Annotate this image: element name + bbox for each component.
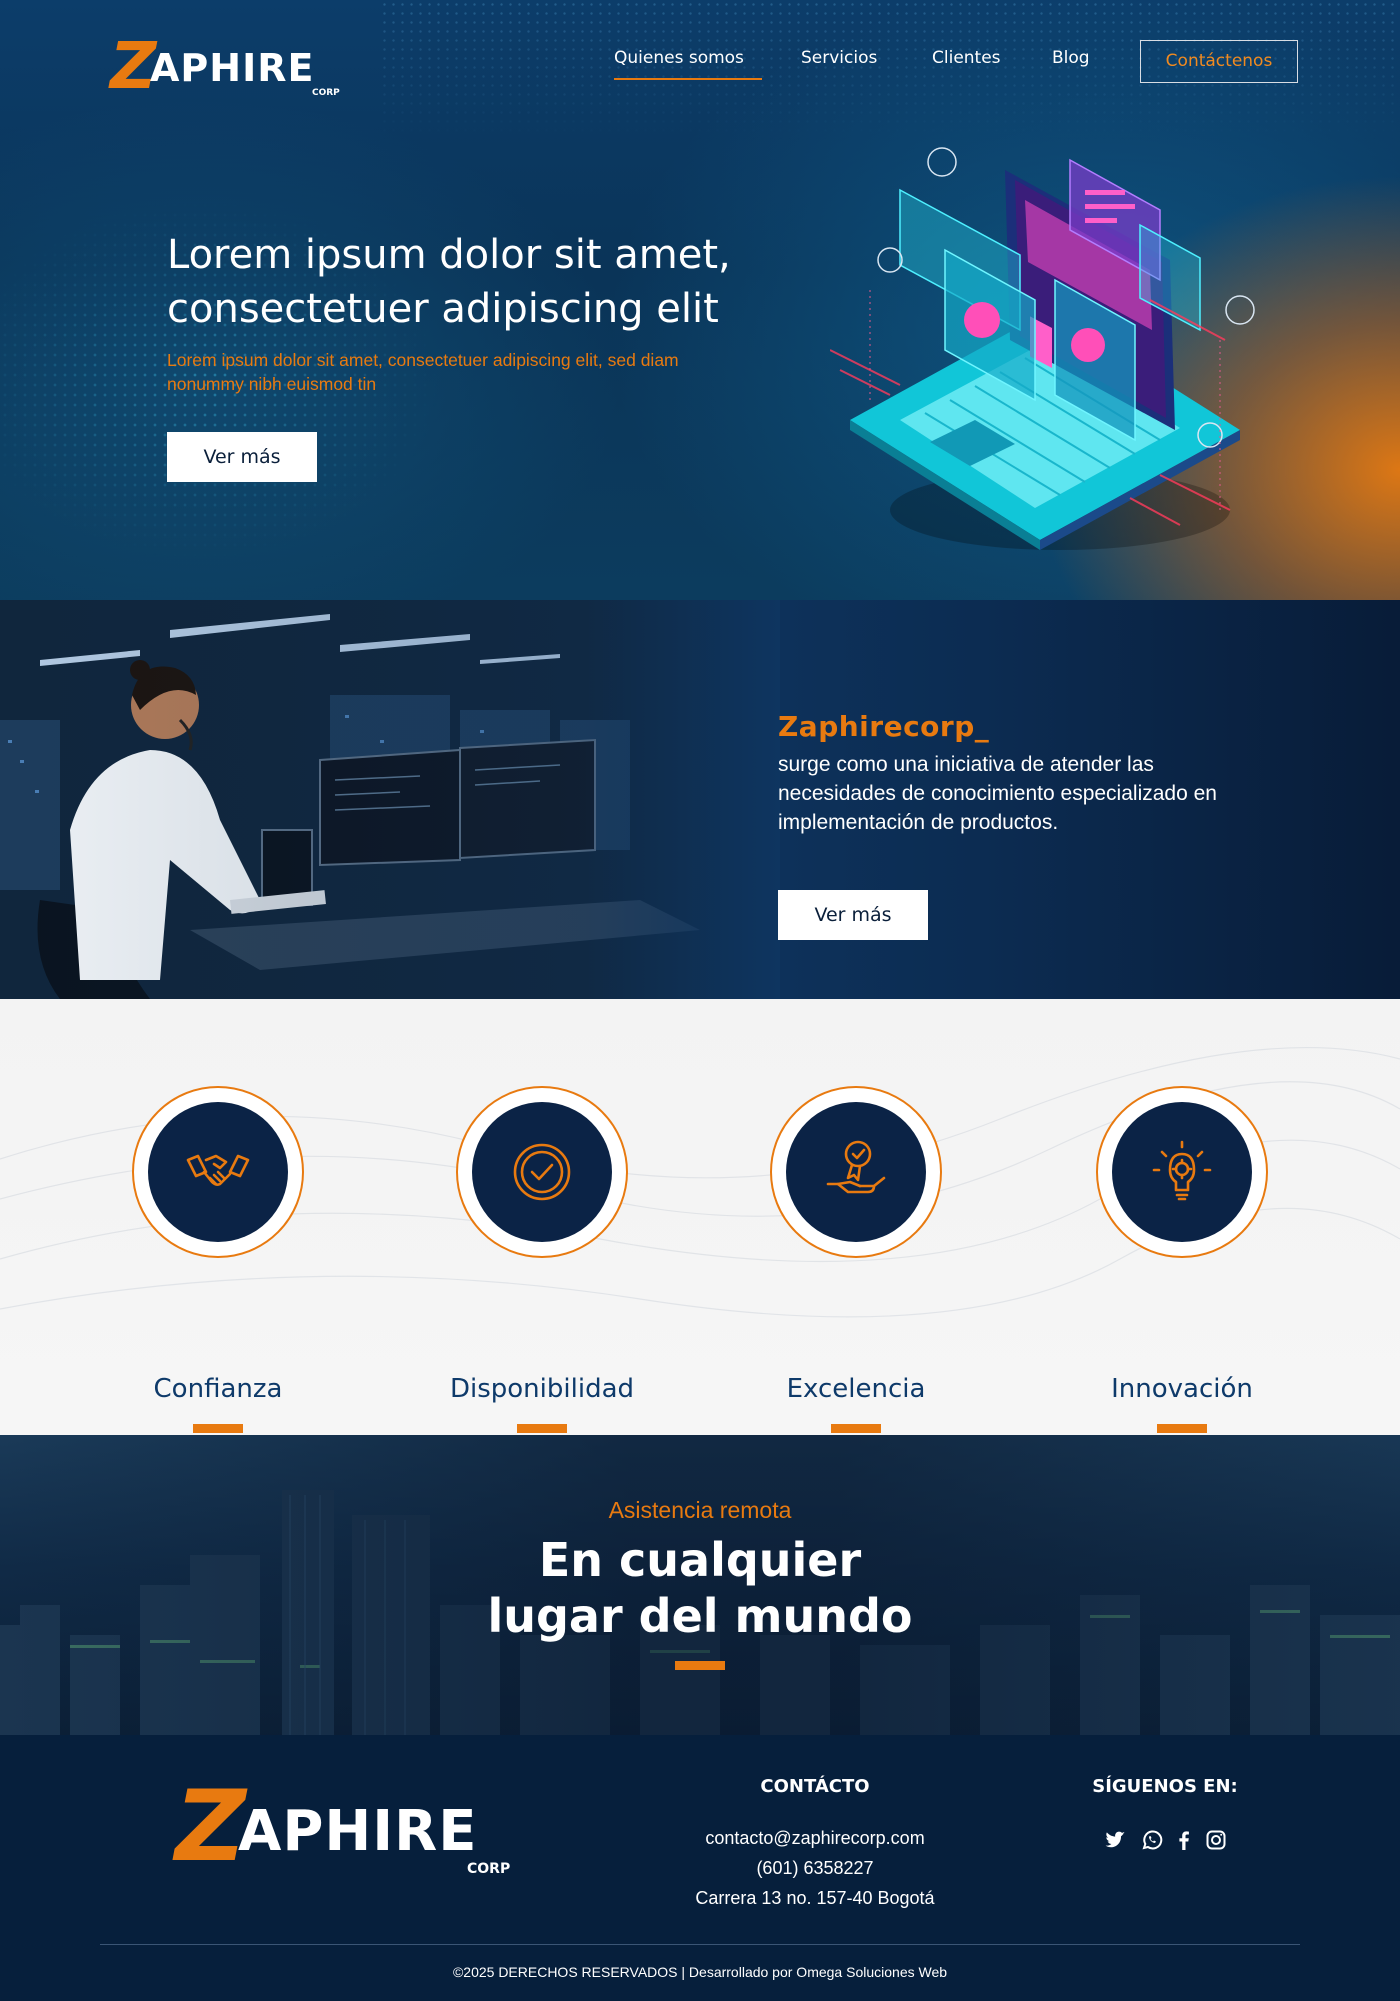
value-ring [770, 1086, 942, 1258]
value-underline [831, 1424, 881, 1433]
footer-phone-link[interactable]: (601) 6358227 [640, 1858, 990, 1879]
value-label-innovacion: Innovación [1111, 1374, 1253, 1404]
hero-ver-mas-button[interactable]: Ver más [167, 432, 317, 482]
value-ring [456, 1086, 628, 1258]
hero-title: Lorem ipsum dolor sit amet, consectetuer… [167, 228, 767, 336]
remote-underline [675, 1661, 725, 1670]
operator-at-workstation-photo [0, 600, 780, 999]
logo-wordmark: APHIRE [150, 46, 315, 90]
values-section: Confianza Disponibilidad Excelencia Inno… [0, 999, 1400, 1435]
laptop-dashboard-illustration [830, 147, 1255, 550]
value-label-confianza: Confianza [153, 1374, 283, 1404]
award-hand-icon [826, 1140, 886, 1194]
instagram-icon[interactable] [1204, 1828, 1228, 1852]
nav-blog[interactable]: Blog [1052, 48, 1100, 72]
value-card-disponibilidad: Disponibilidad [432, 1086, 652, 1433]
remote-title-line-2: lugar del mundo [487, 1589, 913, 1643]
hero-subtitle: Lorem ipsum dolor sit amet, consectetuer… [167, 350, 679, 394]
value-underline [193, 1424, 243, 1433]
value-ring [1096, 1086, 1268, 1258]
value-disc [472, 1102, 612, 1242]
value-disc [148, 1102, 288, 1242]
about-title: Zaphirecorp_ [778, 710, 990, 743]
nav-clientes[interactable]: Clientes [932, 48, 1014, 72]
contact-button[interactable]: Contáctenos [1140, 40, 1298, 83]
value-disc [786, 1102, 926, 1242]
check-circle-icon [513, 1143, 571, 1201]
value-ring [132, 1086, 304, 1258]
twitter-icon[interactable] [1103, 1828, 1127, 1852]
value-disc [1112, 1102, 1252, 1242]
lightbulb-gear-icon [1152, 1140, 1212, 1201]
footer-contact-heading: CONTÁCTO [760, 1776, 870, 1797]
remote-title: En cualquier lugar del mundo [0, 1532, 1400, 1644]
value-label-disponibilidad: Disponibilidad [449, 1374, 635, 1404]
header-logo[interactable]: Z APHIRE CORP [110, 34, 350, 104]
footer-logo[interactable]: Z APHIRE CORP [175, 1777, 515, 1885]
value-card-confianza: Confianza [108, 1086, 328, 1433]
logo-wordmark: APHIRE [238, 1799, 478, 1864]
nav-quienes-somos[interactable]: Quienes somos [614, 48, 762, 80]
value-underline [1157, 1424, 1207, 1433]
hero-title-line-2: consectetuer adipiscing elit [167, 286, 719, 332]
footer-copyright: ©2025 DERECHOS RESERVADOS | Desarrollado… [452, 1964, 948, 1980]
about-description: surge como una iniciativa de atender las… [778, 753, 1217, 834]
handshake-icon [186, 1154, 250, 1186]
whatsapp-icon[interactable] [1140, 1828, 1164, 1852]
value-card-excelencia: Excelencia [746, 1086, 966, 1433]
footer-address: Carrera 13 no. 157-40 Bogotá [695, 1888, 935, 1908]
remote-kicker: Asistencia remota [608, 1497, 792, 1523]
footer-follow-heading: SÍGUENOS EN: [1092, 1776, 1238, 1797]
logo-corp-label: CORP [312, 88, 340, 98]
footer-email-link[interactable]: contacto@zaphirecorp.com [640, 1828, 990, 1849]
about-ver-mas-button[interactable]: Ver más [778, 890, 928, 940]
remote-title-line-1: En cualquier [538, 1533, 862, 1587]
logo-corp-label: CORP [467, 1861, 511, 1877]
value-underline [517, 1424, 567, 1433]
value-card-innovacion: Innovación [1072, 1086, 1292, 1433]
value-label-excelencia: Excelencia [786, 1374, 926, 1404]
logo-z-mark: Z [175, 1770, 247, 1884]
footer-divider [100, 1944, 1300, 1945]
nav-servicios[interactable]: Servicios [801, 48, 896, 72]
hero-title-line-1: Lorem ipsum dolor sit amet, [167, 232, 731, 278]
facebook-icon[interactable] [1172, 1828, 1196, 1852]
